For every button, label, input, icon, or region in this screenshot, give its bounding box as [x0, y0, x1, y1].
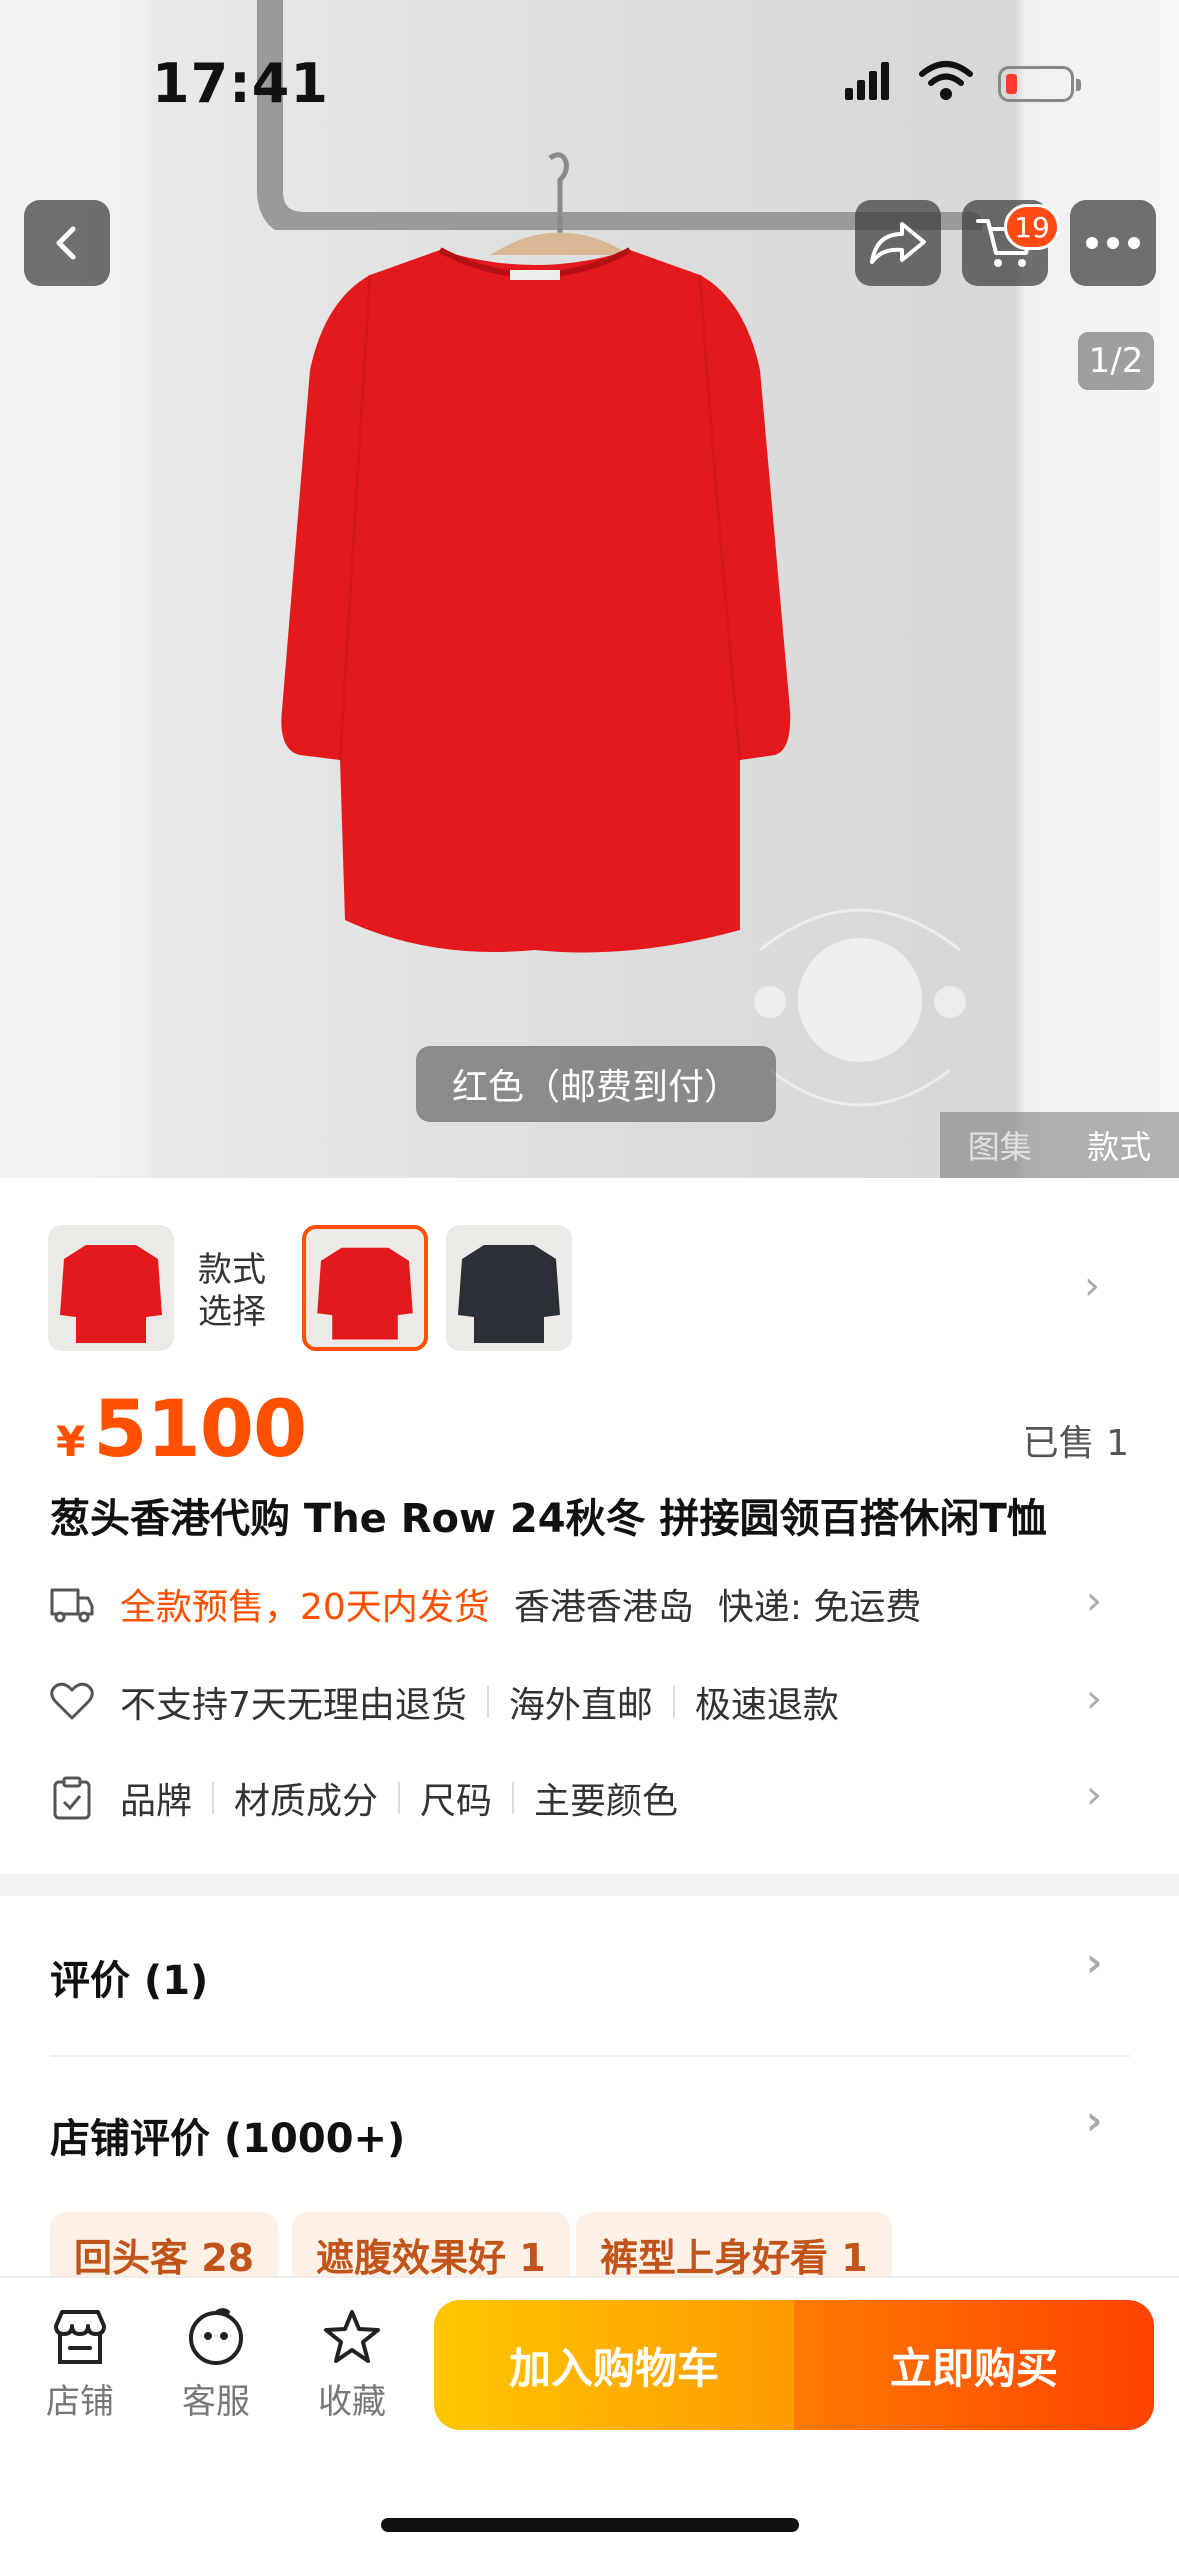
service-face-icon — [186, 2308, 246, 2366]
red-tshirt-photo — [270, 230, 800, 970]
chevron-right-icon: › — [1086, 2098, 1102, 2144]
truck-icon — [50, 1582, 94, 1626]
battery-icon — [998, 66, 1074, 102]
presale-text: 全款预售，20天内发货 — [120, 1578, 490, 1630]
image-pager: 1/2 — [1078, 332, 1154, 390]
chevron-right-icon: › — [1086, 1940, 1102, 1986]
share-icon — [868, 218, 928, 268]
customer-service-button[interactable]: 客服 — [166, 2308, 266, 2423]
price: ¥ 5100 — [56, 1385, 306, 1475]
currency-symbol: ¥ — [56, 1417, 85, 1466]
bottom-action-bar: 店铺 客服 收藏 加入购物车 立即购买 — [0, 2276, 1179, 2558]
param-item: 材质成分 — [234, 1772, 378, 1824]
image-caption: 红色（邮费到付） — [416, 1046, 776, 1122]
service-item: 极速退款 — [695, 1676, 839, 1728]
black-tshirt-thumb — [446, 1225, 572, 1351]
favorite-button[interactable]: 收藏 — [302, 2308, 402, 2423]
gallery-tabs: 图集 款式 — [940, 1112, 1179, 1178]
price-value: 5100 — [93, 1385, 306, 1475]
section-divider — [0, 1874, 1179, 1896]
wifi-icon — [918, 60, 974, 102]
variant-label: 款式 选择 — [198, 1249, 266, 1333]
product-title: 葱头香港代购 The Row 24秋冬 拼接圆领百搭休闲T恤 — [50, 1486, 1047, 1544]
reviews-header[interactable]: 评价 (1) › — [50, 1948, 1130, 2006]
param-item: 尺码 — [420, 1772, 492, 1824]
ship-origin: 香港香港岛 — [514, 1578, 694, 1630]
service-item: 不支持7天无理由退货 — [120, 1676, 467, 1728]
back-button[interactable] — [24, 200, 110, 286]
clipboard-icon — [50, 1776, 94, 1820]
service-item: 海外直邮 — [509, 1676, 653, 1728]
express-fee: 快递: 免运费 — [718, 1578, 922, 1630]
chevron-right-icon: › — [1086, 1578, 1102, 1624]
red-tshirt-thumb — [48, 1225, 174, 1351]
status-time: 17:41 — [152, 52, 329, 115]
chevron-right-icon[interactable]: › — [1084, 1263, 1100, 1309]
heart-icon — [50, 1680, 94, 1724]
red-tshirt-thumb — [306, 1229, 424, 1347]
cart-count-badge: 19 — [1004, 204, 1060, 250]
more-button[interactable] — [1070, 200, 1156, 286]
shipping-row[interactable]: 全款预售，20天内发货 香港香港岛 快递: 免运费 › — [50, 1574, 1130, 1634]
shop-button[interactable]: 店铺 — [30, 2308, 130, 2423]
param-item: 主要颜色 — [534, 1772, 678, 1824]
divider-line — [50, 2055, 1130, 2057]
signal-icon — [845, 62, 891, 102]
add-to-cart-button[interactable]: 加入购物车 — [434, 2300, 794, 2430]
params-row[interactable]: 品牌 材质成分 尺码 主要颜色 › — [50, 1768, 1130, 1828]
buy-now-button[interactable]: 立即购买 — [794, 2300, 1154, 2430]
variant-thumb-red-selected[interactable] — [302, 1225, 428, 1351]
chevron-right-icon: › — [1086, 1676, 1102, 1722]
variant-thumb-red-1[interactable] — [48, 1225, 174, 1351]
service-row[interactable]: 不支持7天无理由退货 海外直邮 极速退款 › — [50, 1672, 1130, 1732]
shop-reviews-header[interactable]: 店铺评价 (1000+) › — [50, 2106, 1130, 2164]
chevron-left-icon — [47, 223, 87, 263]
share-button[interactable] — [855, 200, 941, 286]
chevron-right-icon: › — [1086, 1772, 1102, 1818]
product-image-gallery[interactable]: 17:41 19 1/2 红色（ — [0, 0, 1179, 1178]
variant-thumb-black[interactable] — [446, 1225, 572, 1351]
sold-count: 已售 1 — [1023, 1414, 1129, 1466]
param-item: 品牌 — [120, 1772, 192, 1824]
home-indicator — [381, 2518, 799, 2532]
star-icon — [322, 2308, 382, 2366]
tab-album[interactable]: 图集 — [940, 1122, 1060, 1168]
status-bar: 17:41 — [0, 0, 1179, 170]
more-dots-icon — [1085, 236, 1141, 250]
shop-icon — [50, 2308, 110, 2366]
variant-selector[interactable]: 款式 选择 › — [48, 1225, 1148, 1355]
tab-styles[interactable]: 款式 — [1060, 1122, 1179, 1168]
